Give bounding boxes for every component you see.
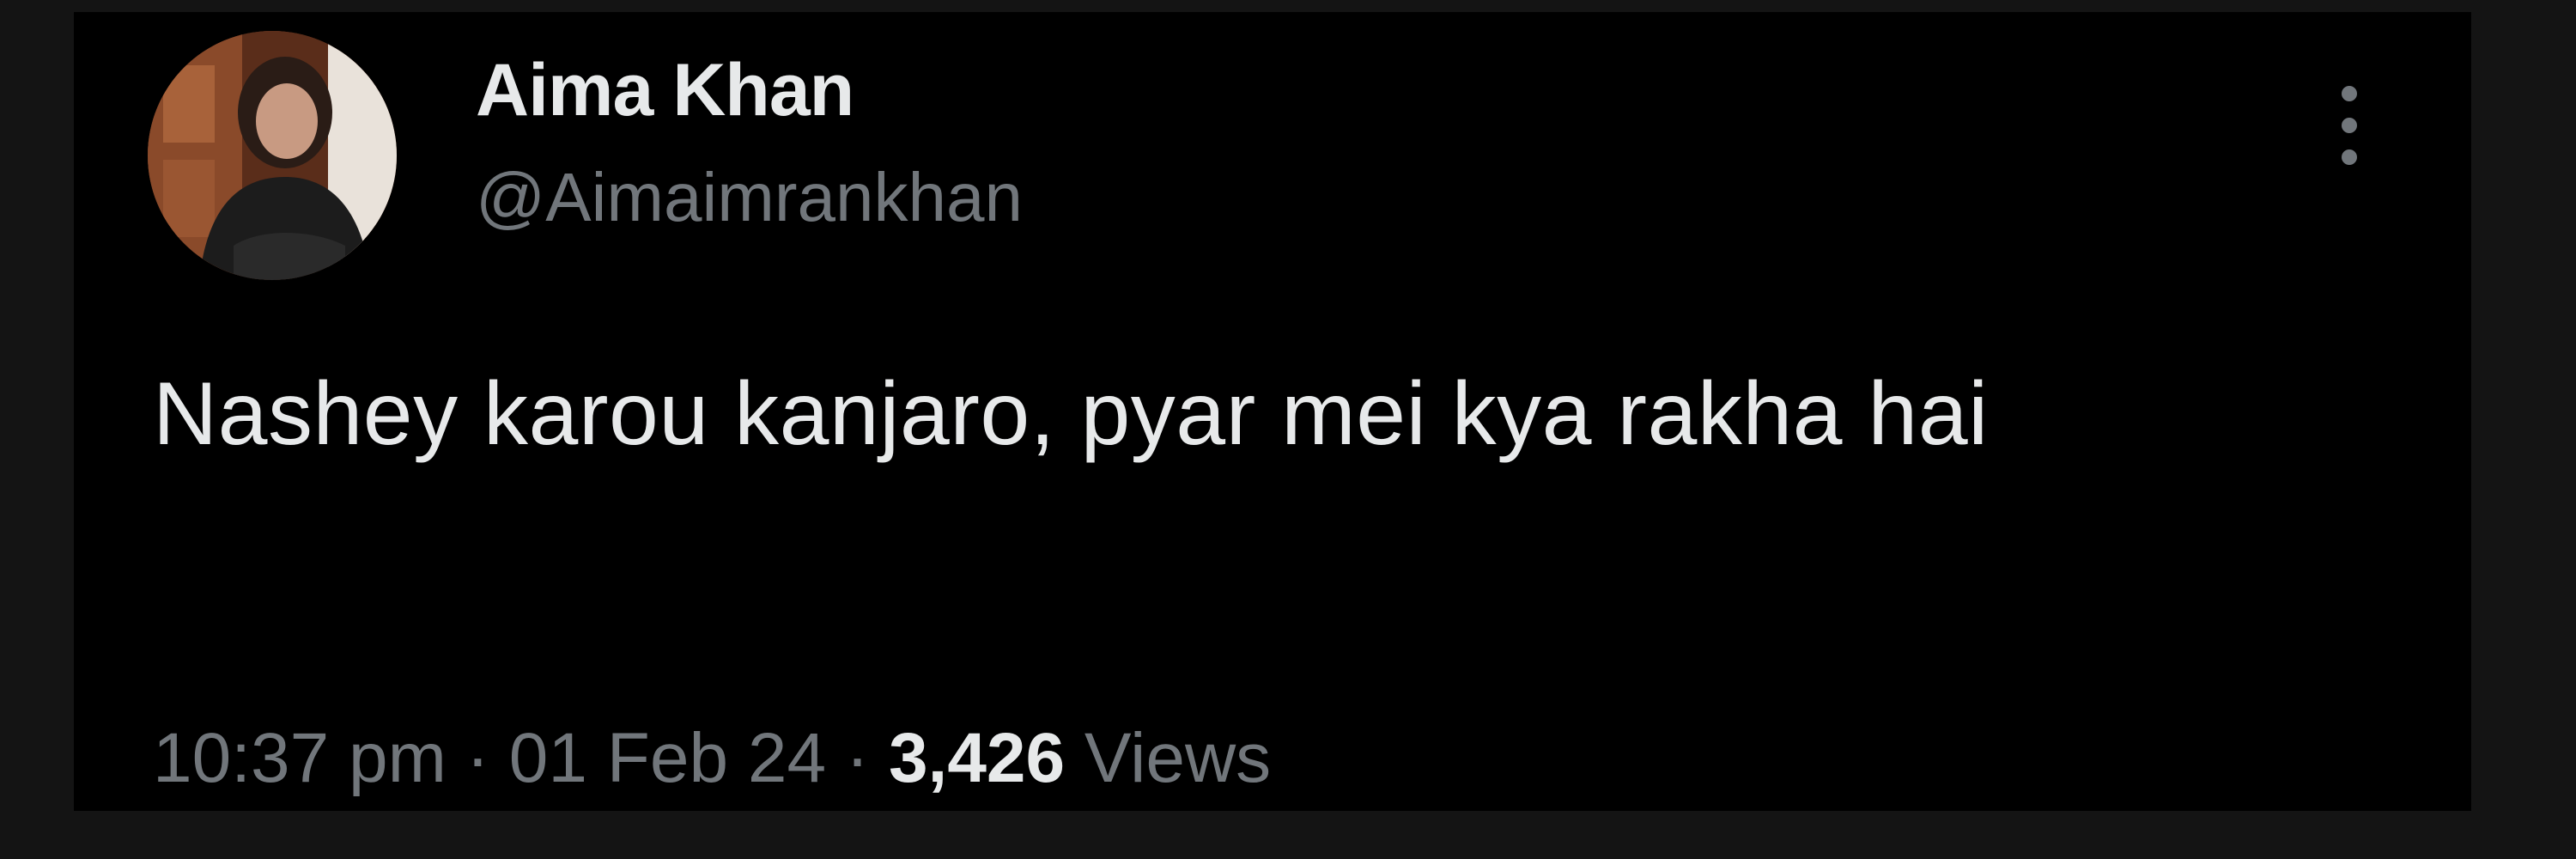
views-label: Views <box>1065 719 1272 797</box>
more-vertical-icon-dot <box>2342 149 2357 165</box>
tweet-card[interactable]: Aima Khan @Aimaimrankhan Nashey karou ka… <box>74 12 2471 811</box>
author-display-name[interactable]: Aima Khan <box>476 48 854 133</box>
tweet-date[interactable]: 01 Feb 24 <box>509 719 826 797</box>
more-vertical-icon <box>2342 86 2357 101</box>
views-count[interactable]: 3,426 <box>889 719 1065 797</box>
tweet-meta: 10:37 pm · 01 Feb 24 · 3,426 Views <box>153 718 1271 799</box>
avatar[interactable] <box>148 31 397 280</box>
tweet-text: Nashey karou kanjaro, pyar mei kya rakha… <box>153 364 1989 464</box>
profile-photo-icon <box>148 31 397 280</box>
meta-separator: · <box>826 719 889 797</box>
more-vertical-icon-dot <box>2342 118 2357 133</box>
author-handle[interactable]: @Aimaimrankhan <box>476 158 1023 237</box>
tweet-time[interactable]: 10:37 pm <box>153 719 447 797</box>
more-options-button[interactable] <box>2324 74 2375 177</box>
meta-separator: · <box>446 719 509 797</box>
